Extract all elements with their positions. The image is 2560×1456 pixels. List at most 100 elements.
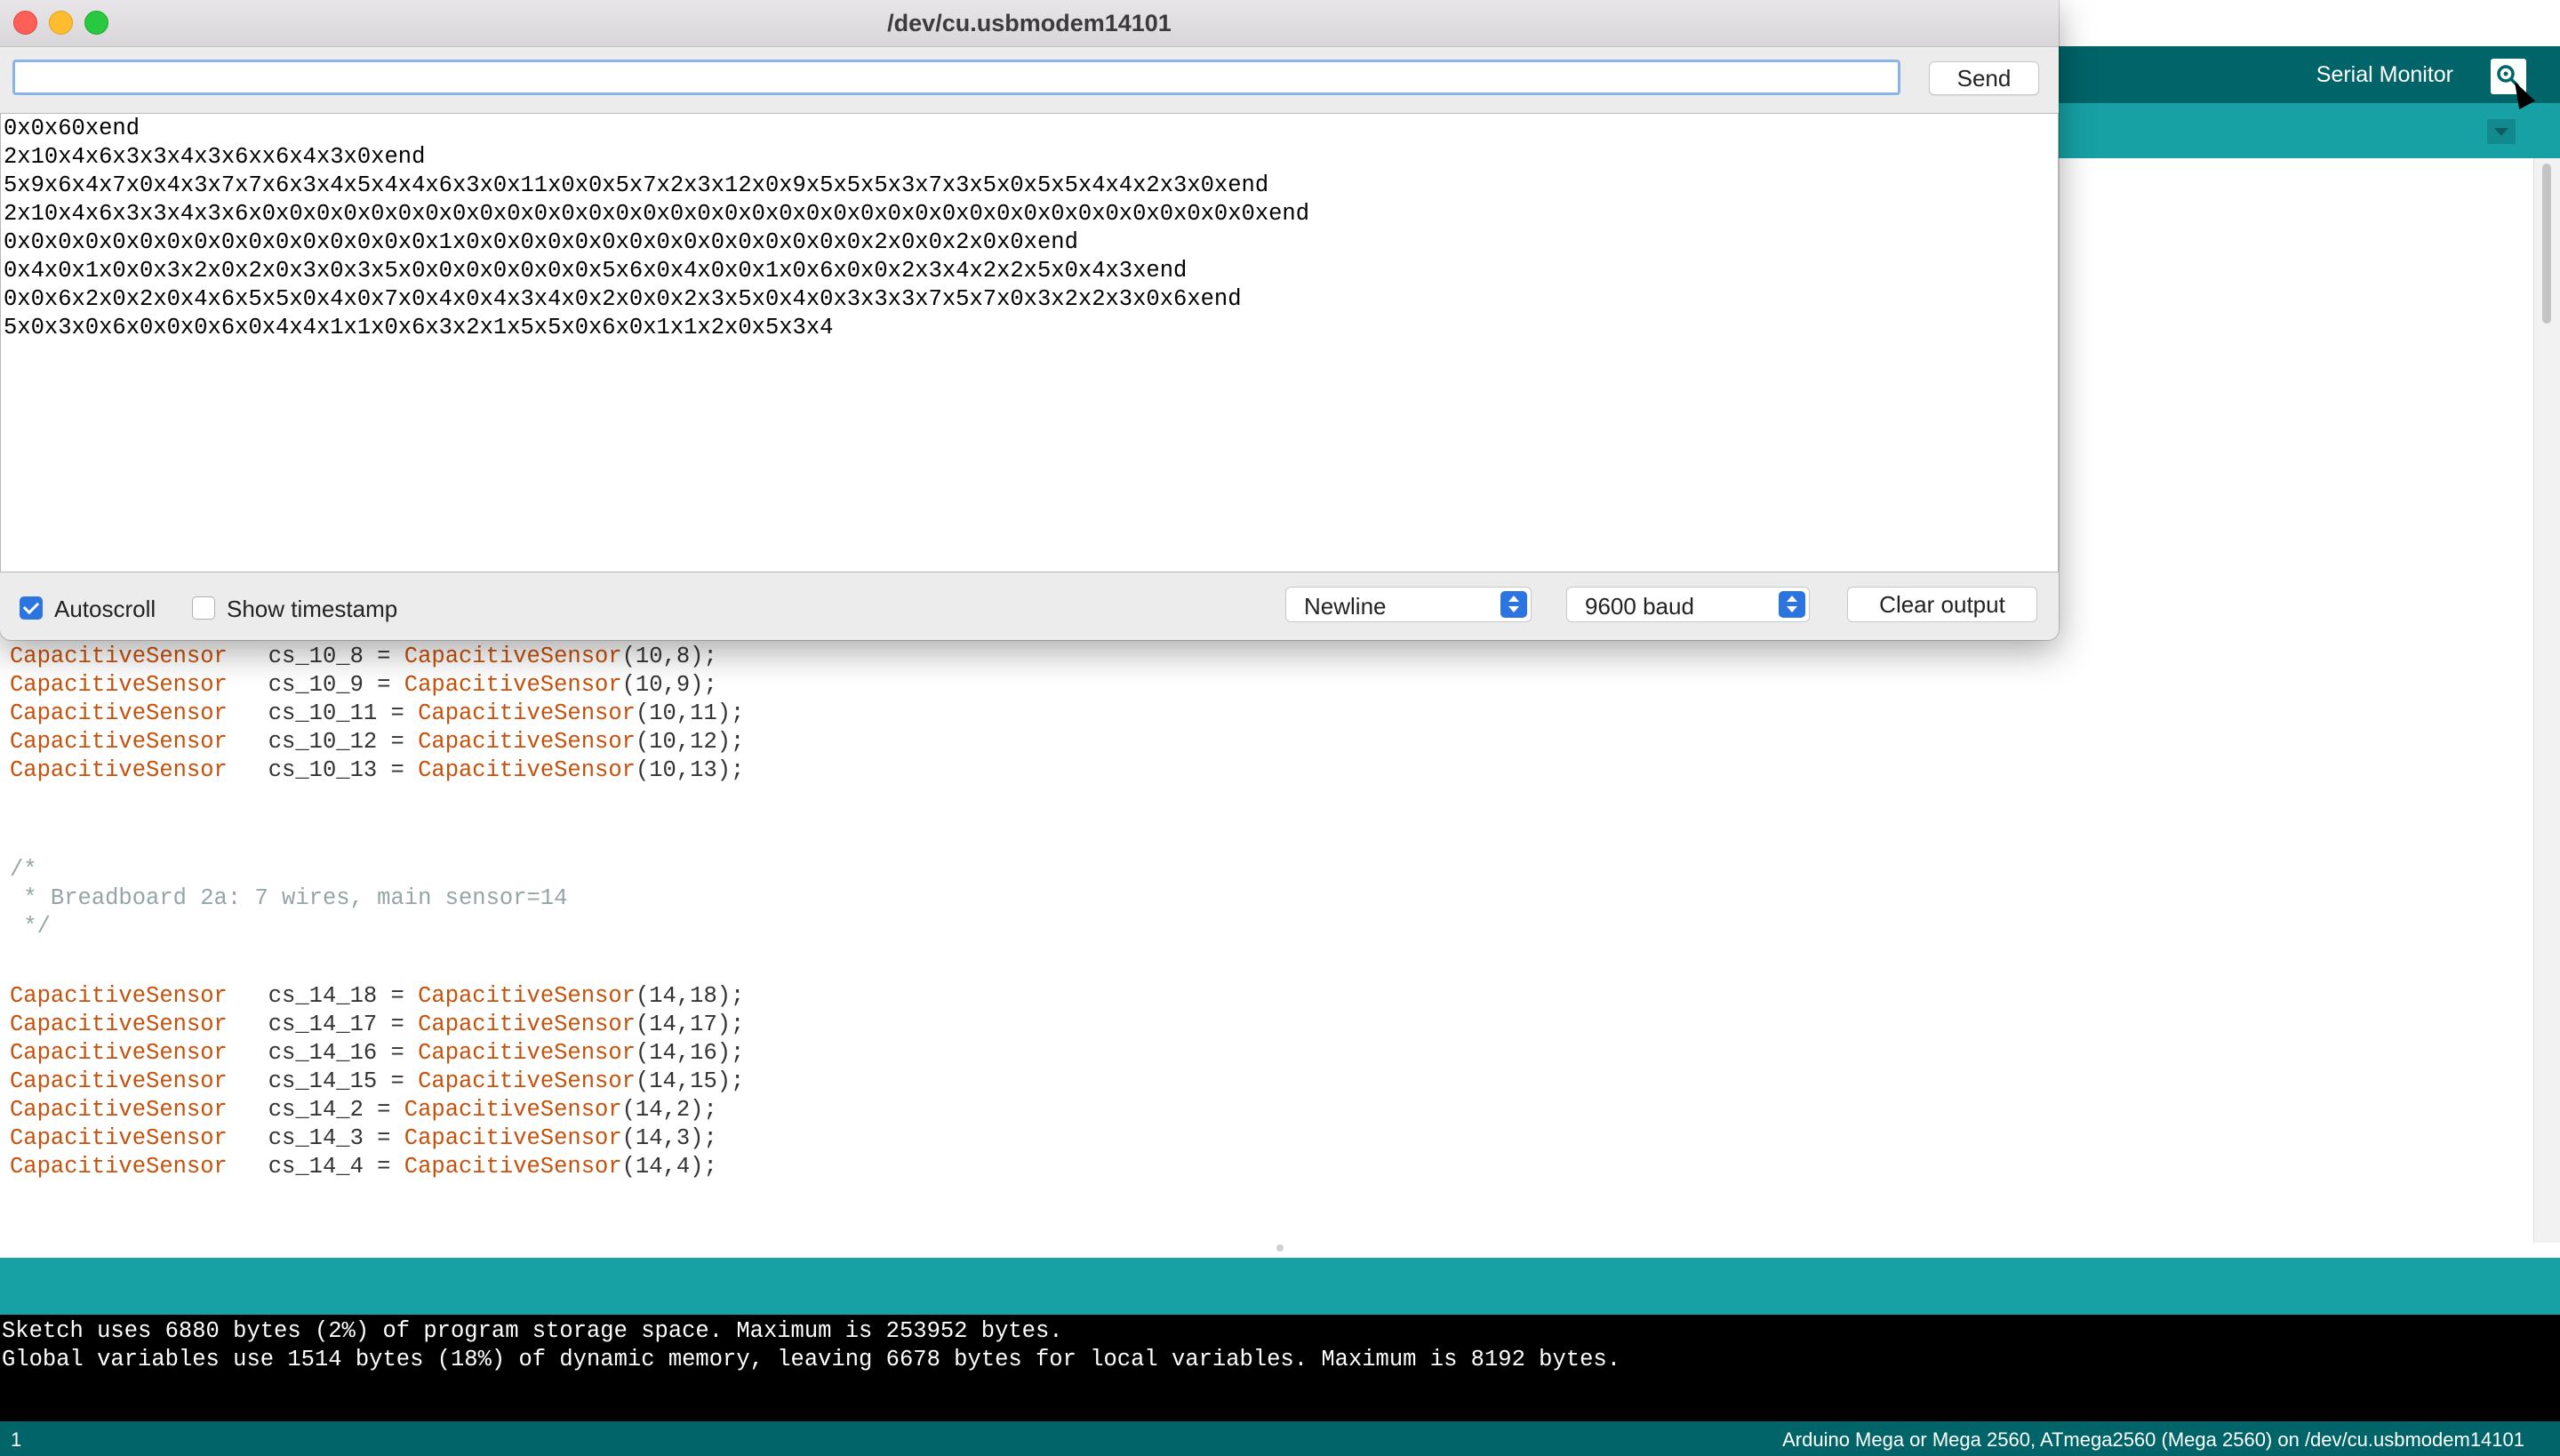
code-arguments: (14,4); (621, 1154, 717, 1180)
code-type: CapacitiveSensor (10, 1097, 228, 1123)
send-button[interactable]: Send (1929, 61, 2039, 95)
code-arguments: (14,15); (635, 1068, 745, 1094)
code-type: CapacitiveSensor (10, 1012, 228, 1037)
console-line: Sketch uses 6880 bytes (2%) of program s… (2, 1318, 1063, 1344)
code-line: CapacitiveSensor cs_10_11 = CapacitiveSe… (10, 700, 744, 726)
chevron-down-icon[interactable] (2487, 119, 2516, 144)
console-output: Sketch uses 6880 bytes (2%) of program s… (0, 1315, 2560, 1421)
code-constructor: CapacitiveSensor (404, 1097, 622, 1123)
serial-output-line: 0x0x0x0x0x0x0x0x0x0x0x0x0x0x0x0x1x0x0x0x… (4, 229, 1078, 255)
code-variable: cs_10_13 = (227, 757, 419, 783)
console-line: Global variables use 1514 bytes (18%) of… (2, 1347, 1620, 1372)
code-arguments: (14,18); (635, 983, 745, 1009)
code-constructor: CapacitiveSensor (404, 672, 622, 698)
code-line: CapacitiveSensor cs_10_8 = CapacitiveSen… (10, 644, 717, 669)
code-type: CapacitiveSensor (10, 757, 228, 783)
code-constructor: CapacitiveSensor (418, 1012, 636, 1037)
baud-rate-value: 9600 baud (1585, 593, 1694, 620)
serial-monitor-window: /dev/cu.usbmodem14101 Send 0x0x60xend 2x1… (0, 0, 2059, 640)
code-type: CapacitiveSensor (10, 1068, 228, 1094)
code-arguments: (10,8); (621, 644, 717, 669)
code-variable: cs_14_3 = (227, 1125, 404, 1151)
code-arguments: (14,16); (635, 1040, 745, 1066)
clear-output-button[interactable]: Clear output (1847, 587, 2037, 622)
code-variable: cs_10_8 = (227, 644, 404, 669)
code-line: CapacitiveSensor cs_10_12 = CapacitiveSe… (10, 729, 744, 755)
code-comment-line: * Breadboard 2a: 7 wires, main sensor=14 (10, 885, 568, 911)
code-constructor: CapacitiveSensor (418, 1040, 636, 1066)
code-constructor: CapacitiveSensor (418, 700, 636, 726)
code-variable: cs_14_4 = (227, 1154, 404, 1180)
code-constructor: CapacitiveSensor (418, 1068, 636, 1094)
code-line: CapacitiveSensor cs_14_17 = CapacitiveSe… (10, 1012, 744, 1037)
code-editor[interactable]: CapacitiveSensor cs_10_8 = CapacitiveSen… (0, 640, 2532, 1244)
show-timestamp-label[interactable]: Show timestamp (227, 596, 397, 623)
send-row: Send (0, 47, 2059, 111)
serial-output[interactable]: 0x0x60xend 2x10x4x6x3x3x4x3x6xx6x4x3x0xen… (0, 113, 2059, 572)
line-ending-select[interactable]: Newline (1285, 587, 1532, 622)
code-type: CapacitiveSensor (10, 729, 228, 755)
code-line: CapacitiveSensor cs_14_18 = CapacitiveSe… (10, 983, 744, 1009)
code-line: CapacitiveSensor cs_14_2 = CapacitiveSen… (10, 1097, 717, 1123)
code-variable: cs_10_11 = (227, 700, 419, 726)
code-arguments: (10,13); (635, 757, 745, 783)
serial-output-line: 5x0x3x0x6x0x0x0x6x0x4x4x1x1x0x6x3x2x1x5x… (4, 315, 834, 340)
autoscroll-label[interactable]: Autoscroll (54, 596, 156, 623)
line-ending-value: Newline (1304, 593, 1387, 620)
code-variable: cs_14_17 = (227, 1012, 419, 1037)
code-arguments: (14,3); (621, 1125, 717, 1151)
splitter-handle[interactable] (1276, 1244, 1284, 1252)
code-comment-line: */ (10, 914, 51, 940)
editor-scroll-thumb[interactable] (2542, 164, 2551, 324)
code-constructor: CapacitiveSensor (418, 757, 636, 783)
code-line: CapacitiveSensor cs_14_4 = CapacitiveSen… (10, 1154, 717, 1180)
serial-output-line: 0x4x0x1x0x0x3x2x0x2x0x3x0x3x5x0x0x0x0x0x… (4, 258, 1188, 284)
code-arguments: (10,12); (635, 729, 745, 755)
status-line-number: 1 (11, 1428, 22, 1451)
serial-output-line: 5x9x6x4x7x0x4x3x7x7x6x3x4x5x4x4x6x3x0x11… (4, 172, 1269, 198)
code-variable: cs_14_2 = (227, 1097, 404, 1123)
status-board-info: Arduino Mega or Mega 2560, ATmega2560 (M… (1782, 1428, 2524, 1451)
code-type: CapacitiveSensor (10, 1040, 228, 1066)
code-type: CapacitiveSensor (10, 644, 228, 669)
serial-output-line: 2x10x4x6x3x3x4x3x6xx6x4x3x0xend (4, 144, 426, 170)
code-variable: cs_10_9 = (227, 672, 404, 698)
serial-options-row: Autoscroll Show timestamp Newline 9600 b… (0, 572, 2059, 640)
show-timestamp-checkbox[interactable] (192, 596, 215, 620)
code-type: CapacitiveSensor (10, 700, 228, 726)
autoscroll-checkbox[interactable] (20, 596, 43, 620)
console-header (0, 1258, 2560, 1315)
code-line: CapacitiveSensor cs_14_16 = CapacitiveSe… (10, 1040, 744, 1066)
code-variable: cs_14_15 = (227, 1068, 419, 1094)
serial-input[interactable] (12, 60, 1900, 95)
code-constructor: CapacitiveSensor (418, 729, 636, 755)
code-type: CapacitiveSensor (10, 1125, 228, 1151)
code-variable: cs_14_16 = (227, 1040, 419, 1066)
code-arguments: (10,9); (621, 672, 717, 698)
code-constructor: CapacitiveSensor (418, 983, 636, 1009)
select-arrows-icon (1500, 591, 1527, 618)
code-constructor: CapacitiveSensor (404, 1154, 622, 1180)
serial-monitor-label: Serial Monitor (2316, 62, 2453, 87)
code-line: CapacitiveSensor cs_14_15 = CapacitiveSe… (10, 1068, 744, 1094)
code-arguments: (14,2); (621, 1097, 717, 1123)
code-arguments: (10,11); (635, 700, 745, 726)
code-comment-line: /* (10, 857, 37, 883)
code-constructor: CapacitiveSensor (404, 1125, 622, 1151)
status-bar: 1 Arduino Mega or Mega 2560, ATmega2560 … (0, 1421, 2560, 1456)
code-type: CapacitiveSensor (10, 672, 228, 698)
code-type: CapacitiveSensor (10, 983, 228, 1009)
code-type: CapacitiveSensor (10, 1154, 228, 1180)
window-titlebar[interactable]: /dev/cu.usbmodem14101 (0, 0, 2059, 47)
code-line: CapacitiveSensor cs_10_13 = CapacitiveSe… (10, 757, 744, 783)
code-line: CapacitiveSensor cs_14_3 = CapacitiveSen… (10, 1125, 717, 1151)
code-variable: cs_14_18 = (227, 983, 419, 1009)
baud-rate-select[interactable]: 9600 baud (1566, 587, 1810, 622)
select-arrows-icon (1779, 591, 1805, 618)
code-variable: cs_10_12 = (227, 729, 419, 755)
code-line: CapacitiveSensor cs_10_9 = CapacitiveSen… (10, 672, 717, 698)
code-constructor: CapacitiveSensor (404, 644, 622, 669)
window-title: /dev/cu.usbmodem14101 (887, 10, 1172, 36)
serial-output-line: 0x0x6x2x0x2x0x4x6x5x5x0x4x0x7x0x4x0x4x3x… (4, 286, 1242, 312)
code-arguments: (14,17); (635, 1012, 745, 1037)
